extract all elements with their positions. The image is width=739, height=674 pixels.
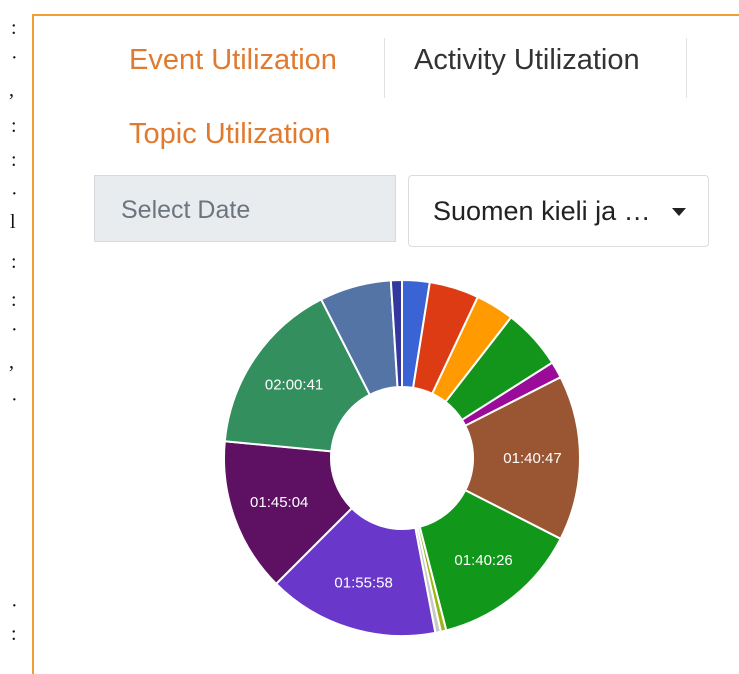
strip-mark: , (9, 351, 14, 373)
strip-mark: , (9, 79, 14, 101)
tab-divider (384, 38, 385, 98)
tab-activity-utilization[interactable]: Activity Utilization (414, 44, 640, 77)
left-edge-text-strip: : · , : : · l : : · , · · : (0, 0, 30, 655)
strip-mark: : (11, 623, 17, 645)
strip-mark: · (11, 183, 18, 205)
donut-slice-label: 01:40:47 (503, 450, 561, 467)
donut-slice-label: 01:45:04 (250, 494, 308, 511)
strip-mark: : (11, 17, 17, 39)
strip-mark: : (11, 115, 17, 137)
tab-event-utilization[interactable]: Event Utilization (129, 44, 337, 77)
donut-slice-label: 01:40:26 (454, 552, 512, 569)
topic-select[interactable]: Suomen kieli ja … (408, 175, 709, 247)
strip-mark: · (11, 319, 18, 341)
utilization-donut-chart: 01:40:47 01:40:26 01:55:58 01:45:04 02:00:41 (223, 278, 581, 637)
topic-select-value: Suomen kieli ja … (433, 196, 651, 226)
strip-mark: · (11, 595, 18, 617)
strip-mark: : (11, 251, 17, 273)
tab-topic-utilization[interactable]: Topic Utilization (129, 118, 330, 151)
strip-mark: · (11, 47, 18, 69)
strip-mark: · (11, 389, 18, 411)
date-placeholder: Select Date (121, 196, 251, 224)
tab-divider (686, 38, 687, 98)
donut-slice-label: 01:55:58 (334, 575, 392, 592)
strip-mark: l (10, 211, 16, 233)
strip-mark: : (11, 289, 17, 311)
caret-down-icon (672, 208, 686, 216)
select-date-input[interactable]: Select Date (94, 175, 396, 242)
strip-mark: : (11, 149, 17, 171)
donut-slice-label: 02:00:41 (265, 377, 323, 394)
